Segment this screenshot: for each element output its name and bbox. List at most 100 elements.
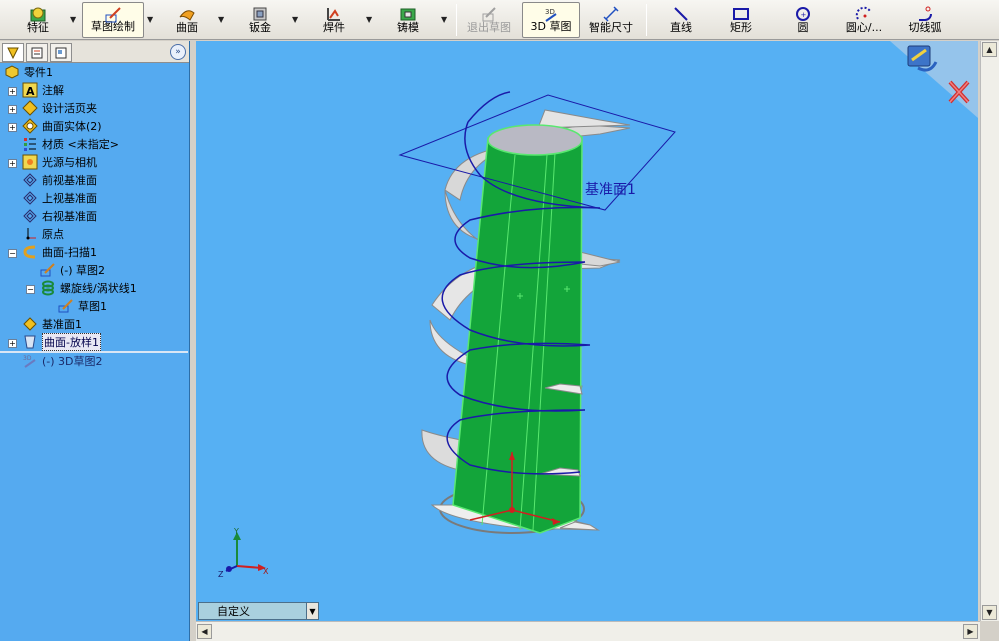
- weldments-tab-button[interactable]: 焊件: [312, 2, 356, 38]
- tree-item-surface-sweep[interactable]: 曲面-扫描1: [22, 243, 97, 261]
- molds-dropdown-arrow[interactable]: ▼: [441, 15, 447, 24]
- tab-feature-manager[interactable]: [2, 43, 24, 62]
- tree-item-right-plane[interactable]: 右视基准面: [22, 207, 97, 225]
- tree-item-lights-cameras[interactable]: 光源与相机: [22, 153, 97, 171]
- tree-item-label: (-) 草图2: [60, 264, 106, 277]
- sketch-3d-icon: 3D: [545, 8, 557, 22]
- scroll-left-button[interactable]: ◀: [197, 624, 212, 639]
- sheet-metal-dropdown-arrow[interactable]: ▼: [292, 15, 298, 24]
- svg-text:+: +: [801, 11, 807, 19]
- plane-icon: [23, 317, 37, 331]
- expand-toggle[interactable]: +: [8, 123, 17, 132]
- plane-icon: [23, 191, 37, 205]
- tree-item-3d-sketch2[interactable]: 3D (-) 3D草图2: [22, 352, 103, 370]
- weldments-dropdown-arrow[interactable]: ▼: [366, 15, 372, 24]
- tree-item-label: 原点: [42, 228, 64, 241]
- tree-item-plane1[interactable]: 基准面1: [22, 315, 82, 333]
- features-dropdown-arrow[interactable]: ▼: [70, 15, 76, 24]
- view-orientation-value: 自定义: [217, 605, 250, 618]
- annotations-icon: A: [22, 82, 38, 98]
- features-icon: [30, 7, 46, 22]
- molds-tab-button[interactable]: 铸模: [386, 2, 430, 38]
- tree-item-annotations[interactable]: A 注解: [22, 81, 64, 99]
- line-button[interactable]: 直线: [660, 2, 702, 38]
- tab-configuration-manager[interactable]: [50, 43, 72, 62]
- surfaces-tab-button[interactable]: 曲面: [165, 2, 209, 38]
- circle-button[interactable]: + 圆: [782, 2, 824, 38]
- graphics-area[interactable]: 基准面1 Y X Z: [196, 41, 978, 621]
- sketch-3d-button[interactable]: 3D 3D 草图: [522, 2, 580, 38]
- collapse-toggle[interactable]: −: [8, 249, 17, 258]
- origin-icon: [26, 228, 36, 240]
- tree-item-label: 草图1: [78, 300, 107, 313]
- tree-item-part[interactable]: 零件1: [4, 63, 53, 81]
- centerpoint-arc-button[interactable]: 圆心/...: [836, 2, 892, 38]
- expand-toggle[interactable]: +: [8, 159, 17, 168]
- sketch-icon: [58, 299, 73, 313]
- material-icon: [24, 138, 36, 151]
- configuration-manager-icon: [55, 47, 67, 58]
- helix-icon: [42, 280, 54, 296]
- smart-dimension-icon: [603, 6, 619, 22]
- surface-loft-icon: [24, 335, 36, 349]
- collapse-toggle[interactable]: −: [26, 285, 35, 294]
- tangent-arc-button[interactable]: 切线弧: [900, 2, 950, 38]
- tree-item-surface-loft[interactable]: 曲面-放样1: [22, 333, 101, 351]
- tree-item-label: 曲面-放样1: [42, 333, 101, 351]
- sketch-icon: [105, 7, 121, 23]
- weldments-icon: [327, 8, 340, 21]
- part-icon: [5, 65, 19, 79]
- smart-dimension-button[interactable]: 智能尺寸: [584, 2, 638, 38]
- tree-item-design-binder[interactable]: 设计活页夹: [22, 99, 97, 117]
- svg-text:Y: Y: [233, 527, 239, 536]
- expand-toggle[interactable]: +: [8, 87, 17, 96]
- confirmation-corner: [890, 41, 978, 118]
- tree-item-surface-bodies[interactable]: 曲面实体(2): [22, 117, 102, 135]
- line-icon: [674, 7, 688, 21]
- feature-manager-panel: » 零件1 + A 注解 + 设计活页夹 + 曲面实体(2) 材质 <未指定> …: [0, 41, 190, 641]
- expand-toggle[interactable]: +: [8, 339, 17, 348]
- tree-item-front-plane[interactable]: 前视基准面: [22, 171, 97, 189]
- tree-item-label: 光源与相机: [42, 156, 97, 169]
- rectangle-button[interactable]: 矩形: [720, 2, 762, 38]
- features-tab-button[interactable]: 特征: [14, 2, 62, 38]
- scroll-right-button[interactable]: ▶: [963, 624, 978, 639]
- tree-item-label: 曲面-扫描1: [42, 246, 97, 259]
- tree-item-sketch1[interactable]: 草图1: [58, 297, 107, 315]
- plane-icon: [23, 209, 37, 223]
- sketch-icon: [40, 263, 55, 277]
- tangent-arc-icon: [919, 6, 932, 21]
- centerpoint-arc-icon: [855, 6, 871, 20]
- chevron-down-icon[interactable]: ▼: [306, 603, 318, 619]
- sheet-metal-tab-button[interactable]: 钣金: [238, 2, 282, 38]
- design-binder-icon: [22, 100, 38, 116]
- scroll-down-button[interactable]: ▼: [982, 605, 997, 620]
- tab-property-manager[interactable]: [26, 43, 48, 62]
- vertical-scrollbar[interactable]: ▲ ▼: [980, 41, 999, 621]
- exit-sketch-icon: [482, 7, 496, 22]
- surfaces-dropdown-arrow[interactable]: ▼: [218, 15, 224, 24]
- circle-icon: +: [796, 7, 810, 21]
- tree-item-sketch2[interactable]: (-) 草图2: [40, 261, 105, 279]
- sketch-tab-button[interactable]: 草图绘制: [82, 2, 144, 38]
- panel-expand-button[interactable]: »: [170, 44, 186, 60]
- sketch-dropdown-arrow[interactable]: ▼: [147, 15, 153, 24]
- horizontal-scrollbar[interactable]: ◀ ▶: [196, 621, 980, 641]
- tree-item-material[interactable]: 材质 <未指定>: [22, 135, 119, 153]
- surface-bodies-icon: [22, 118, 38, 134]
- exit-sketch-button[interactable]: 退出草图: [462, 2, 516, 38]
- svg-text:Z: Z: [218, 570, 224, 579]
- tree-item-origin[interactable]: 原点: [22, 225, 64, 243]
- molds-icon: [400, 8, 416, 21]
- view-orientation-dropdown[interactable]: 自定义 ▼: [198, 602, 319, 620]
- tree-item-helix[interactable]: 螺旋线/涡状线1: [40, 279, 137, 297]
- svg-text:X: X: [263, 567, 269, 576]
- tree-item-label: 上视基准面: [42, 192, 97, 205]
- tree-item-label: (-) 3D草图2: [42, 355, 103, 368]
- surfaces-icon: [179, 10, 195, 21]
- scroll-up-button[interactable]: ▲: [982, 42, 997, 57]
- tree-item-label: 前视基准面: [42, 174, 97, 187]
- tree-item-top-plane[interactable]: 上视基准面: [22, 189, 97, 207]
- expand-toggle[interactable]: +: [8, 105, 17, 114]
- tree-item-label: 注解: [42, 84, 64, 97]
